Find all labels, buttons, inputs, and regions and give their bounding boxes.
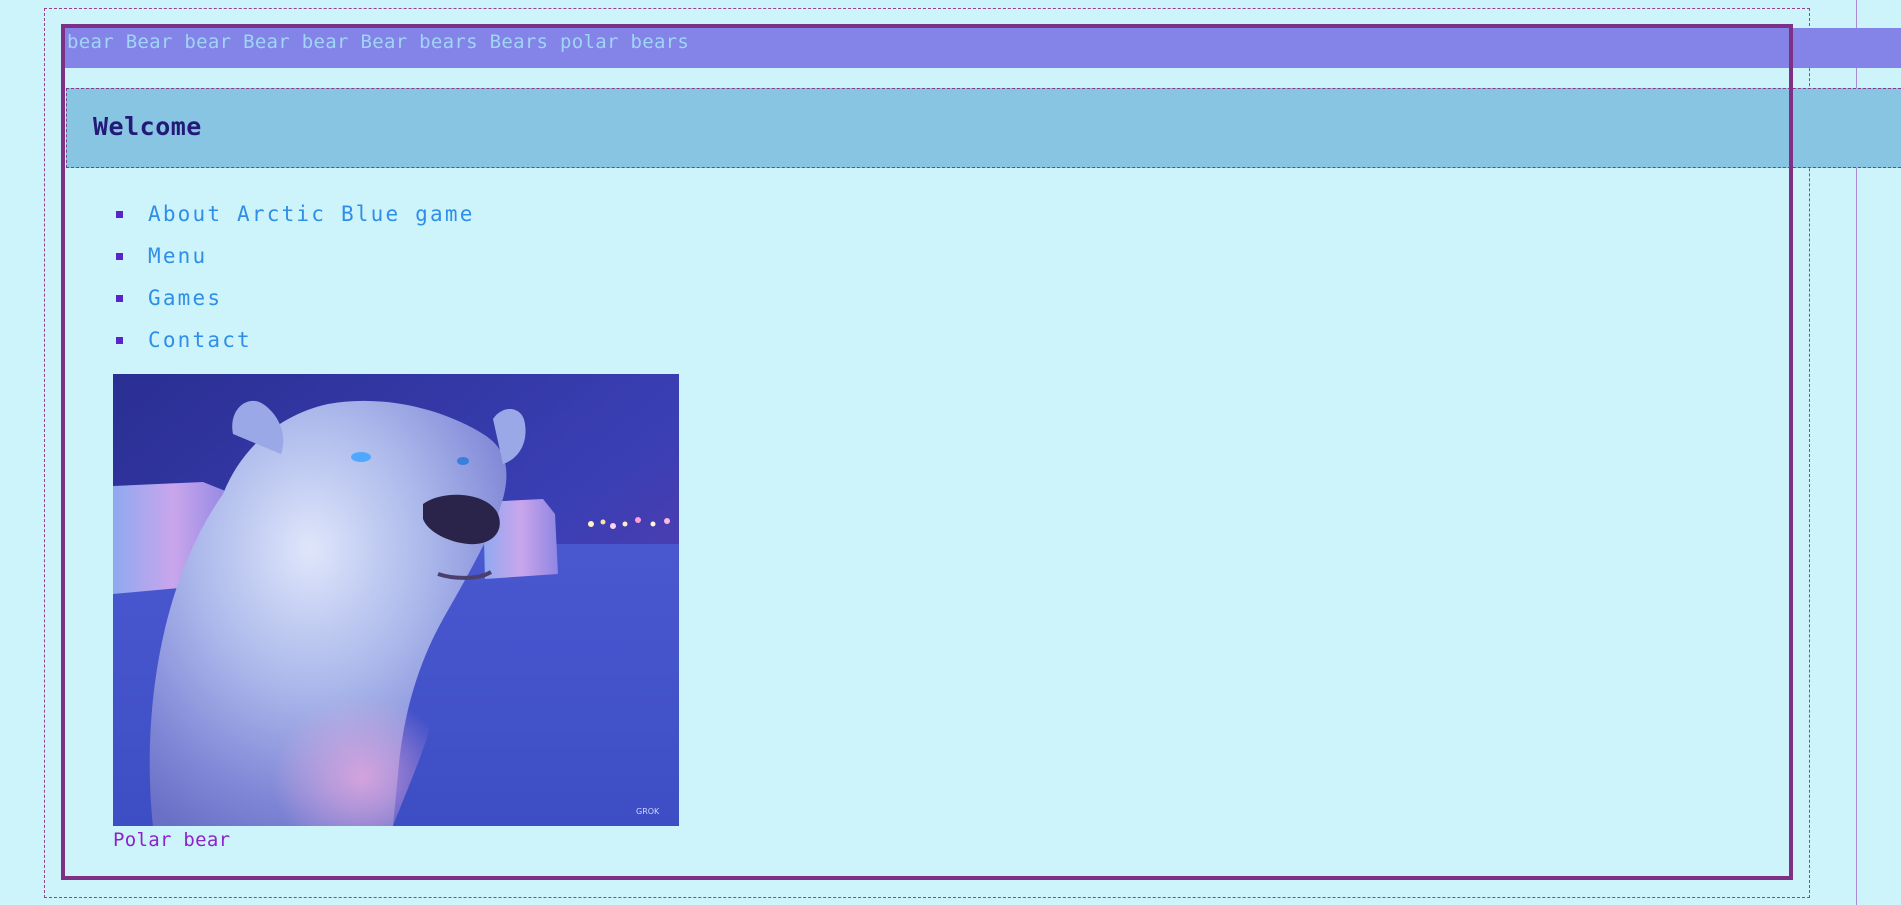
main-frame [61, 24, 1793, 880]
